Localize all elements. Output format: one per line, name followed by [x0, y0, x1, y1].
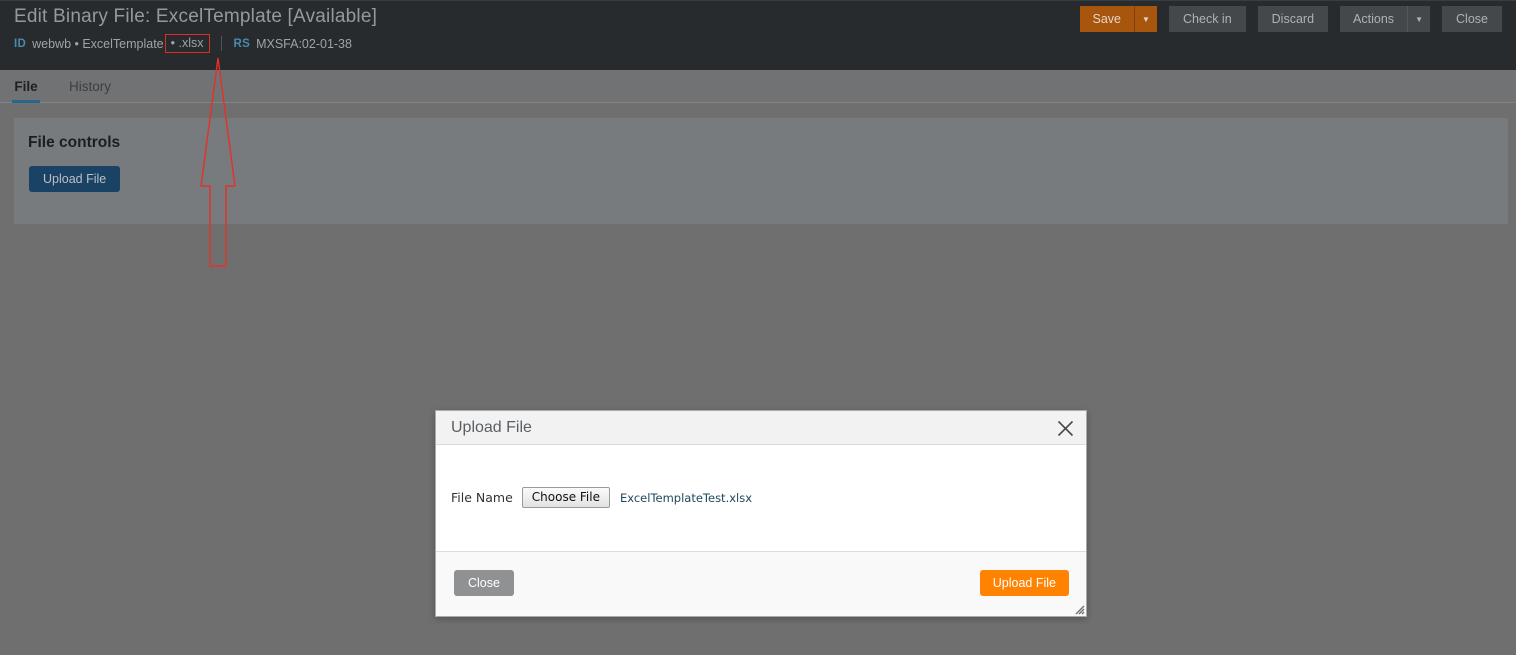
resize-grip-icon[interactable]	[1072, 602, 1085, 615]
modal-body: File Name Choose File ExcelTemplateTest.…	[436, 445, 1086, 551]
choose-file-button[interactable]: Choose File	[521, 487, 610, 508]
modal-footer: Close Upload File	[436, 551, 1086, 616]
modal-close-button[interactable]: Close	[454, 570, 514, 596]
chosen-file-name: ExcelTemplateTest.xlsx	[619, 490, 753, 505]
modal-upload-submit-button[interactable]: Upload File	[979, 570, 1069, 596]
close-icon[interactable]	[1053, 416, 1077, 440]
file-name-row: File Name Choose File ExcelTemplateTest.…	[451, 487, 752, 508]
upload-file-modal: Upload File File Name Choose File ExcelT…	[435, 410, 1087, 617]
modal-title: Upload File	[451, 418, 532, 436]
file-name-label: File Name	[451, 490, 513, 505]
modal-titlebar[interactable]: Upload File	[436, 411, 1086, 445]
